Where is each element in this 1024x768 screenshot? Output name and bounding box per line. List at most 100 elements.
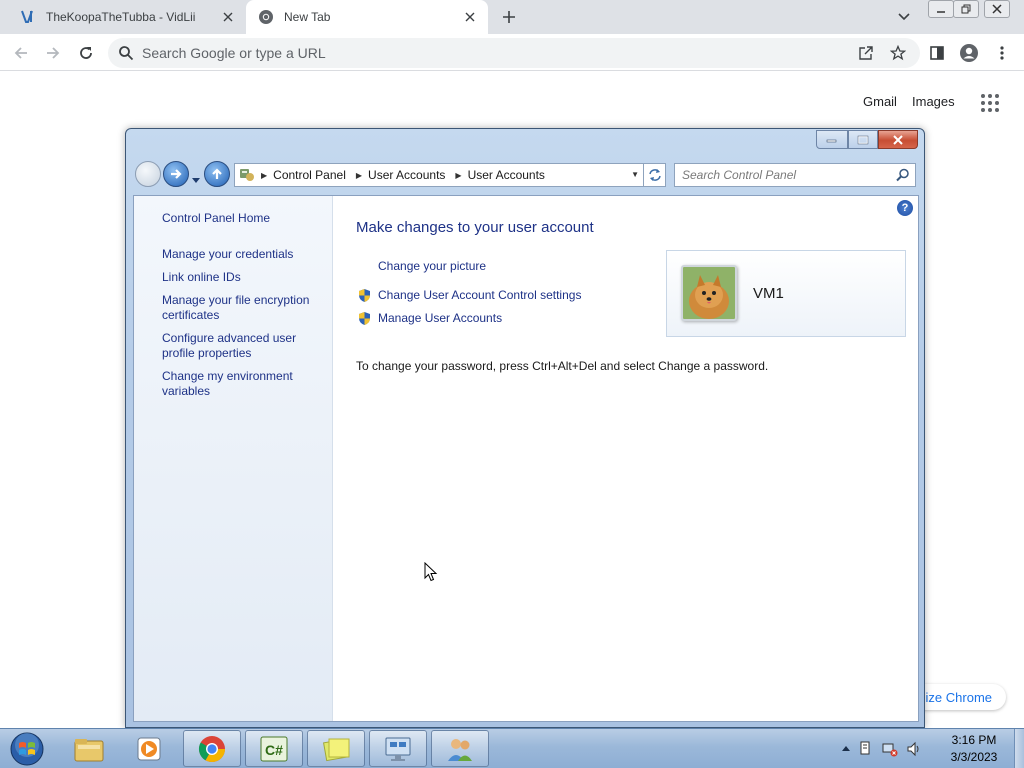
breadcrumb-user-accounts[interactable]: User Accounts — [368, 168, 445, 182]
recent-pages-dropdown[interactable] — [192, 171, 200, 189]
minimize-button[interactable] — [928, 0, 954, 18]
chrome-icon — [258, 9, 274, 25]
uac-shield-icon — [359, 289, 370, 302]
menu-button[interactable] — [991, 42, 1013, 64]
restore-icon — [961, 4, 971, 14]
control-panel-icon — [240, 169, 254, 181]
user-accounts-window: ▶ Control Panel ▶ User Accounts ▶ User A… — [125, 128, 925, 728]
customize-chrome-label: ize Chrome — [925, 689, 992, 705]
sidebar-item-file-encryption[interactable]: Manage your file encryption certificates — [162, 293, 322, 323]
user-name: VM1 — [753, 285, 784, 302]
share-button[interactable] — [855, 42, 877, 64]
back-button[interactable] — [10, 42, 32, 64]
avatar[interactable] — [681, 265, 737, 321]
close-tab-icon[interactable] — [460, 7, 480, 27]
uac-settings-link[interactable]: Change User Account Control settings — [378, 288, 581, 302]
network-icon[interactable] — [882, 741, 898, 757]
up-button[interactable] — [204, 161, 230, 187]
taskbar-clock[interactable]: 3:16 PM 3/3/2023 — [936, 732, 1012, 766]
taskbar-remote-desktop[interactable] — [369, 730, 427, 767]
refresh-button[interactable] — [644, 163, 666, 187]
tab-new-tab[interactable]: New Tab — [246, 0, 488, 34]
breadcrumb-control-panel[interactable]: Control Panel — [273, 168, 346, 182]
taskbar-user-accounts[interactable] — [431, 730, 489, 767]
breadcrumb-user-accounts-current[interactable]: User Accounts — [468, 168, 545, 182]
address-bar[interactable]: ▶ Control Panel ▶ User Accounts ▶ User A… — [234, 163, 644, 187]
close-icon — [893, 134, 903, 145]
page-title: Make changes to your user account — [356, 219, 594, 236]
tab-title: New Tab — [284, 10, 331, 24]
taskbar-csharp[interactable]: C# — [245, 730, 303, 767]
password-instruction: To change your password, press Ctrl+Alt+… — [356, 359, 769, 373]
search-icon[interactable] — [896, 168, 910, 182]
side-panel-button[interactable] — [926, 42, 948, 64]
window-maximize-button[interactable] — [848, 130, 878, 149]
address-dropdown-icon[interactable]: ▼ — [631, 170, 639, 179]
tab-search-button[interactable] — [894, 8, 914, 26]
profile-button[interactable] — [958, 42, 980, 64]
kebab-menu-icon — [1000, 46, 1004, 60]
chevron-down-icon — [192, 178, 200, 183]
taskbar-media-player[interactable] — [120, 730, 178, 767]
back-button[interactable] — [135, 161, 161, 187]
star-icon — [890, 45, 906, 61]
bookmark-button[interactable] — [887, 42, 909, 64]
action-center-icon[interactable] — [858, 741, 874, 757]
browser-toolbar — [0, 34, 1024, 71]
show-desktop-button[interactable] — [1014, 729, 1024, 768]
search-input[interactable] — [675, 164, 885, 186]
restore-button[interactable] — [953, 0, 979, 18]
minimize-icon — [826, 139, 837, 142]
sidebar-item-environment-variables[interactable]: Change my environment variables — [162, 369, 322, 399]
sticky-notes-icon — [323, 738, 350, 761]
images-link[interactable]: Images — [912, 94, 955, 109]
plus-icon — [503, 11, 515, 23]
forward-button[interactable] — [42, 42, 64, 64]
system-tray — [842, 735, 922, 763]
reload-icon — [80, 47, 92, 59]
uac-shield-icon — [359, 312, 370, 325]
volume-icon[interactable] — [906, 741, 922, 757]
help-button[interactable]: ? — [897, 200, 913, 216]
search-control-panel[interactable] — [674, 163, 916, 187]
gmail-link[interactable]: Gmail — [863, 94, 897, 109]
address-input[interactable] — [142, 38, 842, 68]
sidebar-item-link-online-ids[interactable]: Link online IDs — [162, 270, 322, 285]
show-hidden-icons-icon[interactable] — [842, 745, 850, 753]
breadcrumb: ▶ User Accounts — [356, 168, 446, 182]
manage-user-accounts-link[interactable]: Manage User Accounts — [378, 311, 502, 325]
tab-vidlii[interactable]: TheKoopaTheTubba - VidLii — [8, 0, 246, 34]
forward-button[interactable] — [163, 161, 189, 187]
vidlii-icon — [20, 9, 36, 25]
taskbar-sticky-notes[interactable] — [307, 730, 365, 767]
change-picture-link[interactable]: Change your picture — [378, 259, 486, 273]
window-close-button[interactable] — [878, 130, 918, 149]
window-minimize-button[interactable] — [816, 130, 848, 149]
close-button[interactable] — [984, 0, 1010, 18]
taskbar-explorer[interactable] — [60, 730, 118, 767]
sidebar-item-manage-credentials[interactable]: Manage your credentials — [162, 247, 322, 262]
sidebar-item-advanced-profile[interactable]: Configure advanced user profile properti… — [162, 331, 322, 361]
forward-arrow-icon — [47, 47, 60, 59]
task-sidebar: Control Panel Home Manage your credentia… — [134, 196, 333, 721]
close-tab-icon[interactable] — [218, 7, 238, 27]
user-accounts-icon — [448, 738, 472, 761]
window-content: Control Panel Home Manage your credentia… — [133, 195, 919, 722]
dog-avatar-icon — [683, 267, 735, 319]
omnibox[interactable] — [108, 38, 920, 68]
media-player-icon — [137, 737, 161, 760]
help-icon: ? — [901, 202, 909, 214]
taskbar-chrome[interactable] — [183, 730, 241, 767]
start-button[interactable] — [8, 731, 46, 767]
google-apps-icon[interactable] — [980, 93, 1000, 113]
breadcrumb-arrow-icon: ▶ — [455, 170, 462, 180]
close-icon — [992, 4, 1002, 14]
reload-button[interactable] — [75, 42, 97, 64]
new-tab-button[interactable] — [498, 7, 520, 27]
chrome-icon — [198, 735, 226, 762]
back-arrow-icon — [14, 47, 27, 59]
sidebar-item-control-panel-home[interactable]: Control Panel Home — [162, 211, 322, 226]
search-icon — [119, 46, 134, 61]
clock-time: 3:16 PM — [951, 733, 997, 747]
breadcrumb-arrow-icon: ▶ — [261, 170, 268, 180]
